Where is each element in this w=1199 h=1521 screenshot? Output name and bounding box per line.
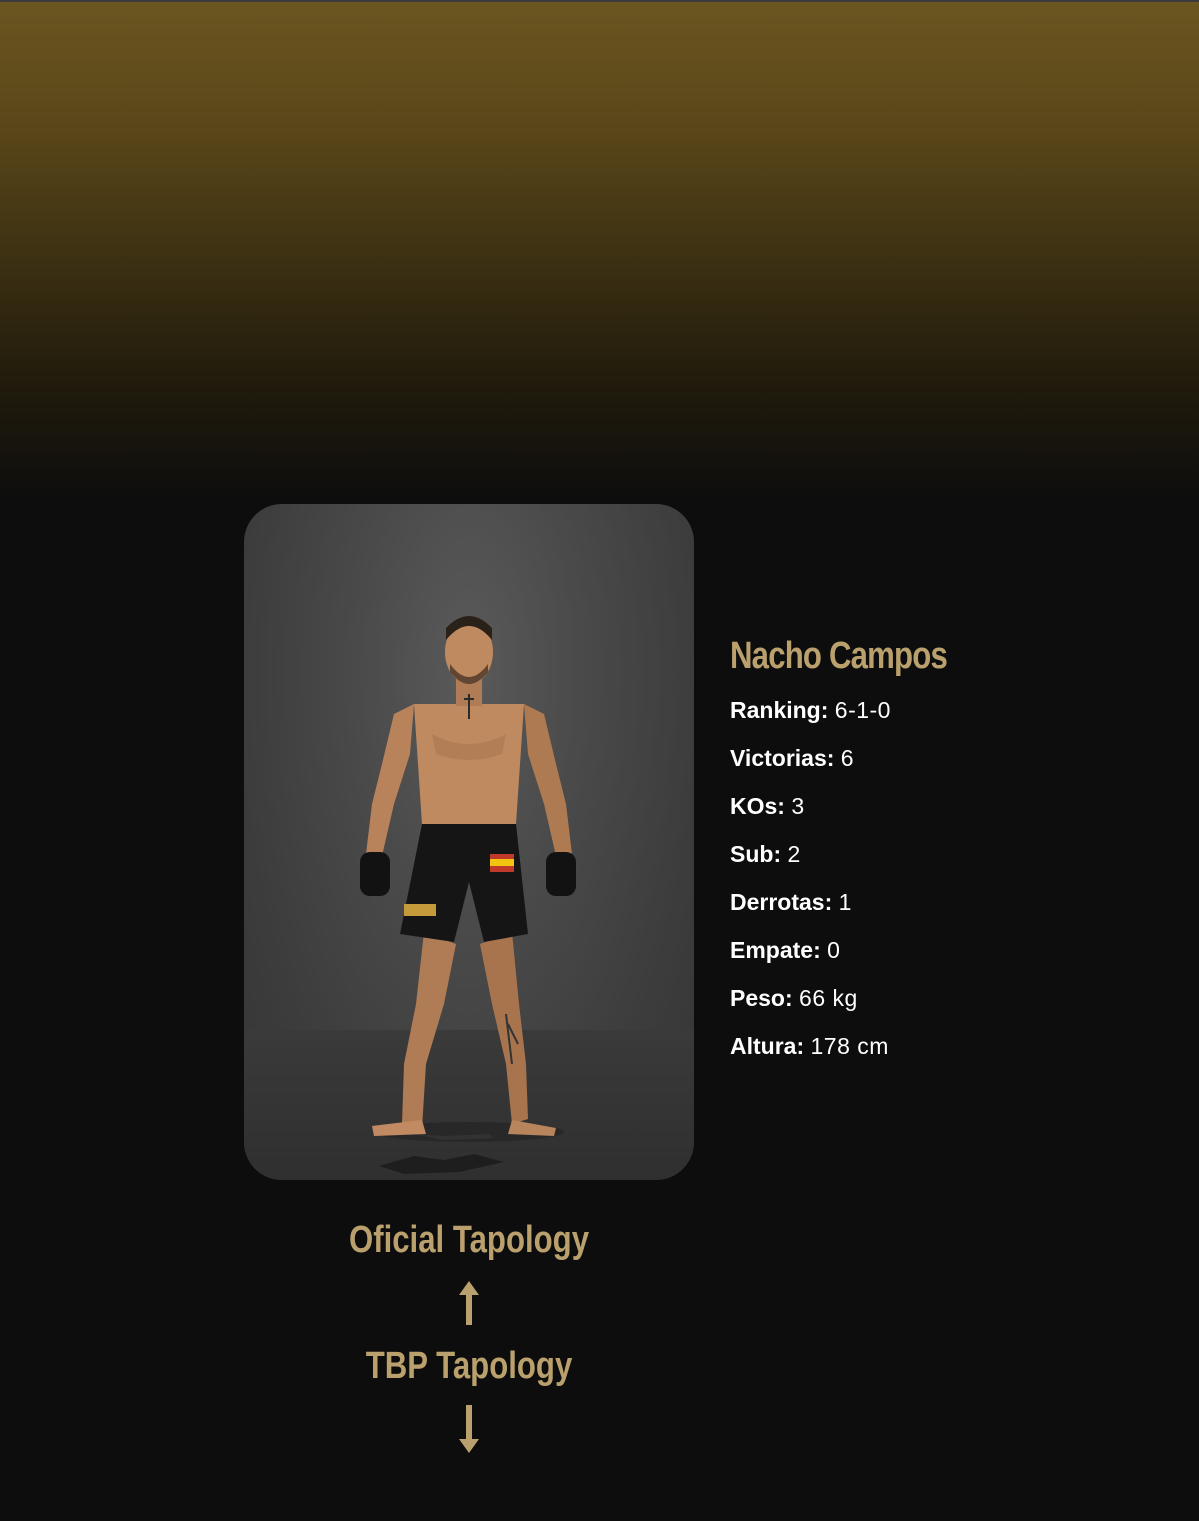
stat-label: Sub:	[730, 841, 782, 867]
stat-label: Altura:	[730, 1033, 805, 1059]
stat-altura: Altura: 178 cm	[730, 1032, 1150, 1080]
stat-value: 6	[840, 745, 855, 771]
stat-empate: Empate: 0	[730, 936, 1150, 984]
stat-value: 0	[827, 937, 841, 963]
stat-value: 6-1-0	[834, 697, 891, 723]
stat-value: 3	[791, 793, 805, 819]
stat-label: KOs:	[730, 793, 785, 819]
fighter-photo	[244, 504, 694, 1180]
stat-label: Victorias:	[730, 745, 835, 771]
stat-kos: KOs: 3	[730, 792, 1150, 840]
fighter-stats: Nacho Campos Ranking: 6-1-0 Victorias: 6…	[730, 630, 1150, 1080]
stat-value: 66 kg	[799, 985, 858, 1011]
arrow-down-icon[interactable]	[244, 1394, 694, 1464]
stat-derrotas: Derrotas: 1	[730, 888, 1150, 936]
hero-banner	[0, 2, 1199, 500]
stat-label: Peso:	[730, 985, 793, 1011]
stat-label: Derrotas:	[730, 889, 833, 915]
stat-value: 178 cm	[810, 1033, 889, 1059]
tbp-tapology-link[interactable]: TBP Tapology	[285, 1338, 654, 1394]
stat-label: Empate:	[730, 937, 821, 963]
stat-value: 2	[787, 841, 801, 867]
stat-sub: Sub: 2	[730, 840, 1150, 888]
official-tapology-link[interactable]: Oficial Tapology	[285, 1212, 654, 1268]
stat-label: Ranking:	[730, 697, 829, 723]
stat-peso: Peso: 66 kg	[730, 984, 1150, 1032]
stat-victorias: Victorias: 6	[730, 744, 1150, 792]
stat-value: 1	[838, 889, 852, 915]
stat-ranking: Ranking: 6-1-0	[730, 696, 1150, 744]
tapology-links: Oficial Tapology TBP Tapology	[244, 1212, 694, 1464]
arrow-up-icon[interactable]	[244, 1268, 694, 1338]
fighter-image	[360, 616, 576, 1174]
fighter-name: Nacho Campos	[730, 635, 948, 677]
